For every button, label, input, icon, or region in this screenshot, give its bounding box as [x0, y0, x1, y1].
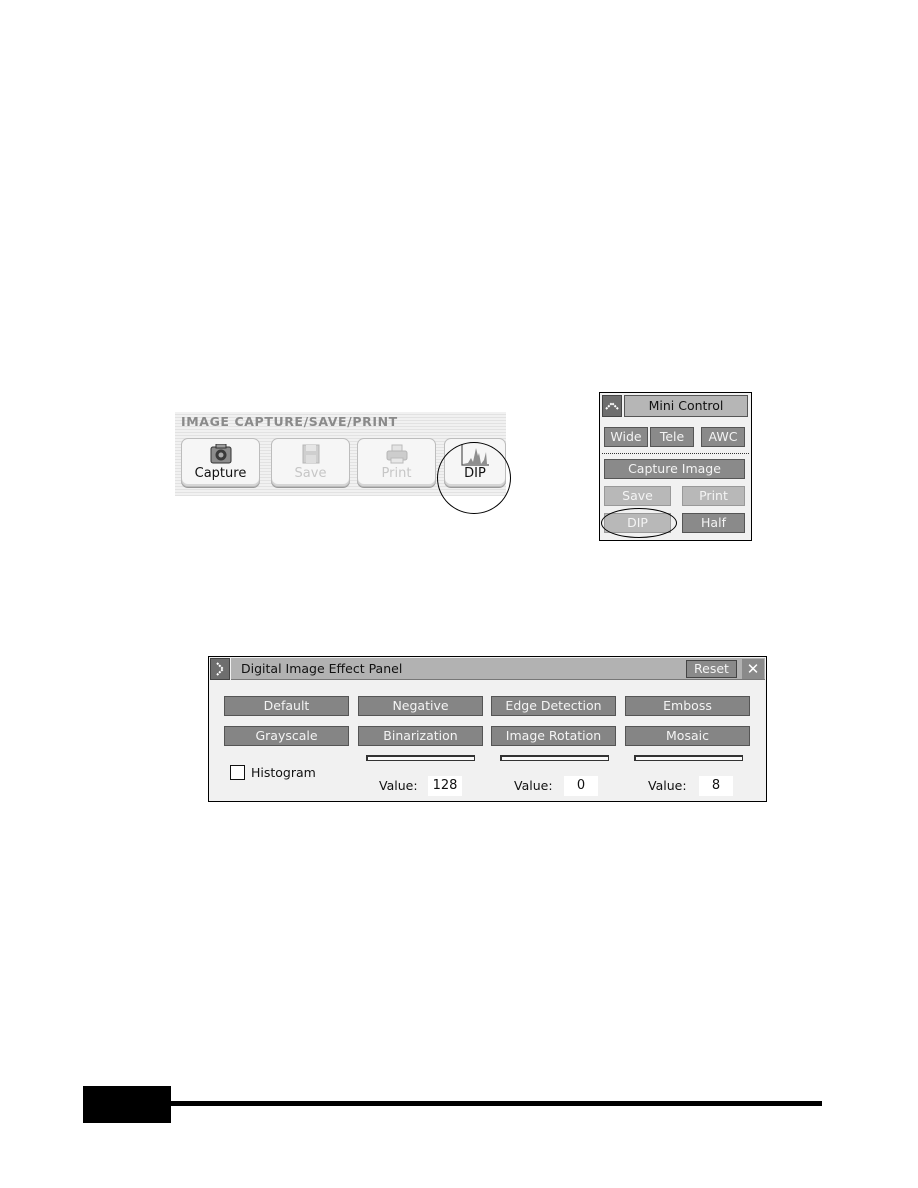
emboss-button[interactable]: Emboss [625, 696, 750, 716]
binarization-value-field[interactable]: 128 [428, 776, 462, 796]
image-rotation-value-field[interactable]: 0 [564, 776, 598, 796]
mosaic-value-label: Value: [648, 778, 687, 793]
capture-label: Capture [194, 466, 247, 481]
floppy-disk-icon [301, 444, 321, 468]
save-button[interactable]: Save [271, 438, 350, 487]
histogram-label: Histogram [251, 765, 316, 780]
mini-control-title: Mini Control [624, 395, 748, 417]
mini-print-button[interactable]: Print [682, 486, 745, 506]
collapse-button[interactable] [602, 395, 622, 417]
histogram-checkbox[interactable] [230, 765, 245, 780]
mini-dip-button[interactable]: DIP [604, 513, 671, 533]
wide-button[interactable]: Wide [604, 427, 648, 447]
capture-image-button[interactable]: Capture Image [604, 459, 745, 479]
panel-titlebar: Digital Image Effect Panel Reset ✕ [231, 658, 765, 680]
binarization-value-label: Value: [379, 778, 418, 793]
image-capture-toolbar: IMAGE CAPTURE/SAVE/PRINT Capture Save Pr… [175, 412, 506, 496]
mini-control-panel: Mini Control Wide Tele AWC Capture Image… [599, 392, 752, 541]
tele-button[interactable]: Tele [650, 427, 694, 447]
save-label: Save [294, 466, 327, 481]
panel-title: Digital Image Effect Panel [241, 661, 403, 676]
dip-button[interactable]: DIP [444, 438, 506, 487]
awc-button[interactable]: AWC [701, 427, 745, 447]
mini-save-button[interactable]: Save [604, 486, 671, 506]
camera-icon [208, 443, 234, 468]
binarization-slider[interactable] [366, 755, 475, 761]
close-icon: ✕ [746, 660, 760, 678]
chevron-up-icon [603, 401, 621, 420]
negative-button[interactable]: Negative [358, 696, 483, 716]
edge-detection-button[interactable]: Edge Detection [491, 696, 616, 716]
print-label: Print [381, 466, 412, 481]
dip-label: DIP [464, 466, 486, 481]
page-number-tab [83, 1086, 171, 1123]
half-button[interactable]: Half [682, 513, 745, 533]
mosaic-value-field[interactable]: 8 [699, 776, 733, 796]
capture-button[interactable]: Capture [181, 438, 260, 487]
expand-button[interactable] [210, 658, 230, 680]
separator [602, 453, 749, 454]
binarization-button[interactable]: Binarization [358, 726, 483, 746]
toolbar-title: IMAGE CAPTURE/SAVE/PRINT [181, 414, 398, 429]
print-button[interactable]: Print [357, 438, 436, 487]
mosaic-button[interactable]: Mosaic [625, 726, 750, 746]
grayscale-button[interactable]: Grayscale [224, 726, 349, 746]
mosaic-slider[interactable] [634, 755, 743, 761]
digital-image-effect-panel: Digital Image Effect Panel Reset ✕ Defau… [208, 656, 767, 802]
image-rotation-value-label: Value: [514, 778, 553, 793]
chevron-right-icon [211, 662, 229, 683]
image-rotation-slider[interactable] [500, 755, 609, 761]
footer-rule [171, 1101, 822, 1106]
image-rotation-button[interactable]: Image Rotation [491, 726, 616, 746]
printer-icon [386, 444, 408, 468]
close-button[interactable]: ✕ [742, 659, 764, 679]
reset-button[interactable]: Reset [686, 660, 737, 678]
default-button[interactable]: Default [224, 696, 349, 716]
